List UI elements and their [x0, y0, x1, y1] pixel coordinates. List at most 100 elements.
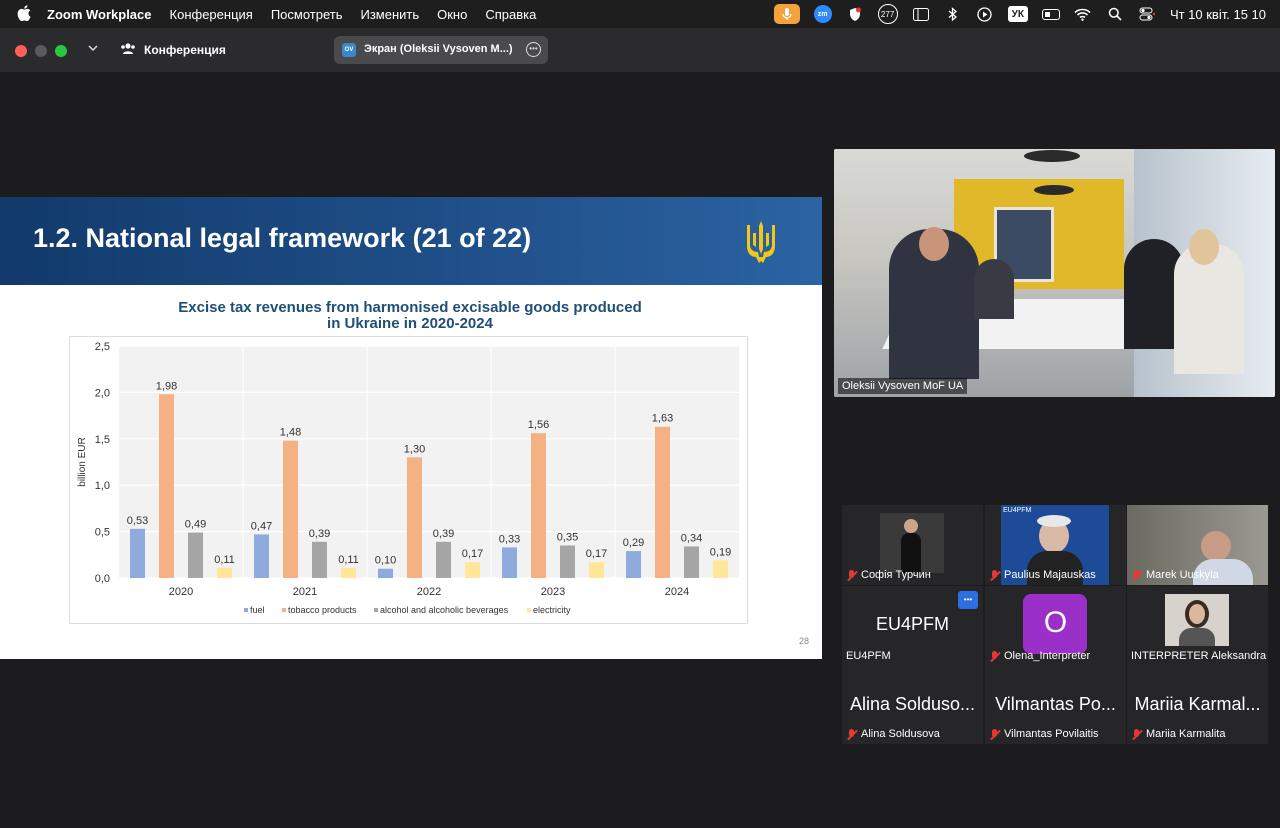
- bar: [254, 534, 269, 578]
- apple-icon[interactable]: [17, 4, 33, 24]
- x-tick-label: 2022: [417, 586, 441, 598]
- data-label: 0,17: [586, 548, 607, 560]
- bar: [312, 541, 327, 578]
- participant-name: Софія Турчин: [861, 569, 931, 581]
- bar: [283, 440, 298, 578]
- menu-conference[interactable]: Конференция: [170, 7, 253, 22]
- data-label: 0,34: [681, 532, 702, 544]
- participant-name-label: Paulius Majauskas: [989, 569, 1096, 581]
- legend-swatch: [244, 608, 248, 612]
- participant-video: [880, 513, 944, 573]
- menu-view[interactable]: Посмотреть: [271, 7, 343, 22]
- legend-label: electricity: [533, 605, 571, 615]
- participant-tile[interactable]: Софія Турчин: [842, 505, 983, 585]
- data-label: 0,11: [338, 554, 359, 566]
- bar: [589, 562, 604, 578]
- ukraine-trident-icon: [747, 221, 775, 263]
- zoom-window-button[interactable]: [55, 45, 67, 57]
- microphone-icon[interactable]: [773, 4, 800, 24]
- battery-icon[interactable]: [1041, 6, 1060, 22]
- data-label: 0,39: [309, 528, 330, 540]
- bar: [188, 532, 203, 578]
- participant-name-label: INTERPRETER Aleksandra: [1131, 650, 1266, 662]
- legend-swatch: [527, 608, 531, 612]
- search-icon[interactable]: [1106, 6, 1124, 22]
- bar: [378, 568, 393, 578]
- wifi-icon[interactable]: [1074, 6, 1092, 22]
- data-label: 1,63: [652, 413, 673, 425]
- participant-name: Alina Soldusova: [861, 728, 940, 740]
- participant-name-label: Marek Uuskyla: [1131, 569, 1219, 581]
- data-label: 0,53: [127, 515, 148, 527]
- tile-more-button[interactable]: •••: [958, 591, 978, 609]
- data-label: 1,48: [280, 427, 301, 439]
- clock[interactable]: Чт 10 квіт. 15 10: [1170, 7, 1266, 22]
- chart-title: Excise tax revenues from harmonised exci…: [100, 300, 720, 332]
- participant-name-label: Olena_Interpreter: [989, 650, 1090, 662]
- bar: [655, 426, 670, 578]
- window-title: Конференция: [144, 43, 226, 57]
- menu-edit[interactable]: Изменить: [360, 7, 419, 22]
- menu-bar: Zoom Workplace Конференция Посмотреть Из…: [0, 0, 1280, 28]
- notification-count-icon[interactable]: 277: [877, 4, 898, 24]
- data-label: 0,39: [433, 528, 454, 540]
- y-tick-label: 0,0: [95, 573, 110, 585]
- bar: [465, 562, 480, 578]
- bar-chart: 0,0 0,5 1,0 1,5 2,0 2,5 billion EUR 0,53 1,98 0,4…: [77, 341, 739, 615]
- participant-name: Paulius Majauskas: [1004, 569, 1096, 581]
- participant-tile[interactable]: Alina Solduso... Alina Soldusova: [842, 664, 983, 744]
- control-center-icon[interactable]: [1138, 6, 1156, 22]
- participant-tile[interactable]: EU4PFM Paulius Majauskas: [985, 505, 1126, 585]
- menu-help[interactable]: Справка: [485, 7, 536, 22]
- bar: [217, 567, 232, 578]
- y-tick-label: 2,5: [95, 341, 110, 353]
- bar: [560, 545, 575, 578]
- minimize-window-button[interactable]: [35, 45, 47, 57]
- menu-window[interactable]: Окно: [437, 7, 467, 22]
- sharer-avatar: OV: [342, 43, 356, 57]
- close-window-button[interactable]: [15, 45, 27, 57]
- main-speaker-name: Oleksii Vysoven MoF UA: [838, 378, 968, 394]
- participant-video: [1165, 594, 1229, 646]
- x-tick-label: 2021: [293, 586, 317, 598]
- participant-initial: O: [1043, 606, 1068, 639]
- participants-icon[interactable]: [120, 42, 136, 59]
- play-icon[interactable]: [976, 6, 994, 22]
- muted-mic-icon: [989, 650, 1000, 662]
- y-tick-label: 1,5: [95, 434, 110, 446]
- data-label: 0,33: [499, 533, 520, 545]
- participant-name: Marek Uuskyla: [1146, 569, 1219, 581]
- bar: [626, 551, 641, 578]
- sidebar-icon[interactable]: [912, 6, 930, 22]
- participant-name-label: EU4PFM: [846, 650, 891, 662]
- x-tick-label: 2024: [665, 586, 689, 598]
- chevron-down-icon[interactable]: [88, 43, 98, 55]
- y-axis-label: billion EUR: [77, 437, 88, 486]
- participant-tile[interactable]: INTERPRETER Aleksandra: [1127, 586, 1268, 666]
- menu-app-name[interactable]: Zoom Workplace: [47, 7, 152, 22]
- x-tick-label: 2023: [541, 586, 565, 598]
- participant-name-label: Mariia Karmalita: [1131, 728, 1225, 740]
- data-label: 1,30: [404, 443, 425, 455]
- input-language-icon[interactable]: УК: [1007, 6, 1028, 22]
- more-options-icon[interactable]: •••: [526, 42, 541, 57]
- bar: [341, 567, 356, 578]
- participant-name: Mariia Karmalita: [1146, 728, 1226, 740]
- participant-tile[interactable]: O Olena_Interpreter: [985, 586, 1126, 666]
- bluetooth-icon[interactable]: [944, 6, 962, 22]
- bar: [407, 457, 422, 578]
- bar: [684, 546, 699, 578]
- participant-name: INTERPRETER Aleksandra: [1131, 650, 1267, 662]
- participant-tile[interactable]: Marek Uuskyla: [1127, 505, 1268, 585]
- zoom-status-icon[interactable]: zm: [813, 5, 832, 23]
- data-label: 0,11: [214, 554, 235, 566]
- main-speaker-video[interactable]: [834, 149, 1275, 397]
- participant-display-name: Mariia Karmal...: [1134, 694, 1261, 714]
- participant-name-label: Vilmantas Povilaitis: [989, 728, 1099, 740]
- participant-tile[interactable]: Vilmantas Po... Vilmantas Povilaitis: [985, 664, 1126, 744]
- muted-mic-icon: [1131, 728, 1142, 740]
- bar: [531, 433, 546, 578]
- screen-share-pill[interactable]: OV Экран (Oleksii Vysoven M...) •••: [334, 36, 548, 64]
- shield-icon[interactable]: [846, 6, 864, 22]
- participant-tile[interactable]: Mariia Karmal... Mariia Karmalita: [1127, 664, 1268, 744]
